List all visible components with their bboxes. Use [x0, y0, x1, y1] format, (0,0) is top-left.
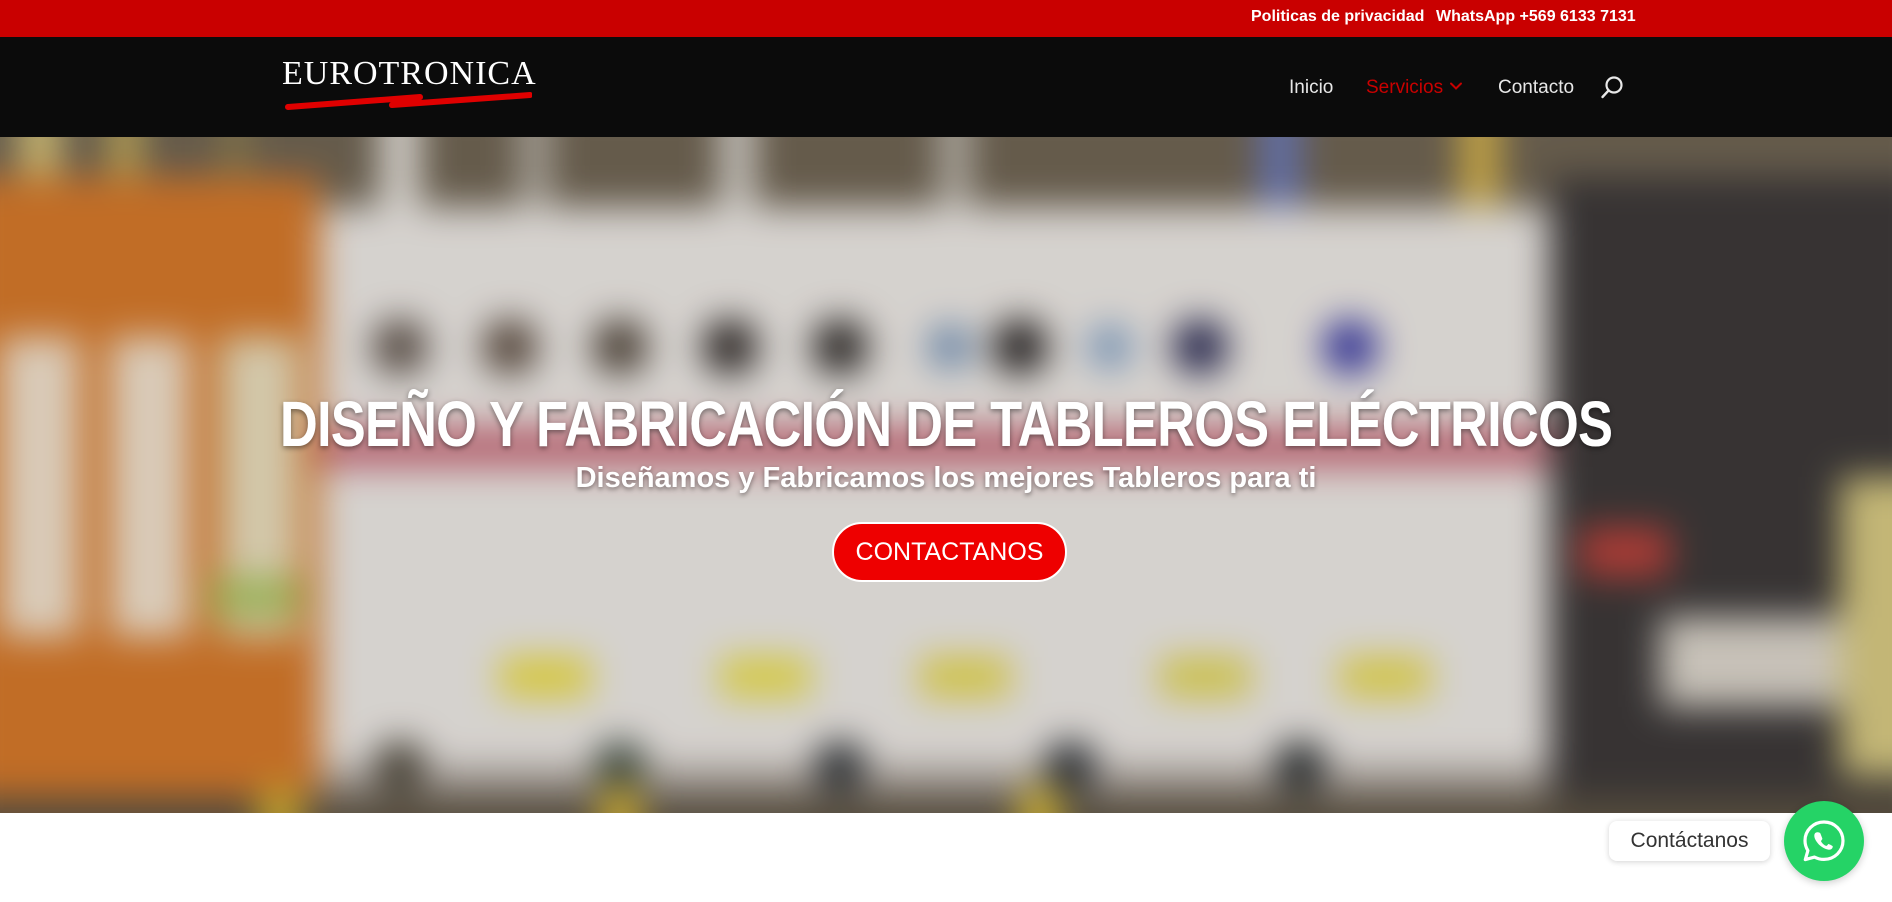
- chevron-down-icon[interactable]: [1449, 79, 1463, 93]
- privacy-policy-link[interactable]: Politicas de privacidad: [1251, 8, 1424, 26]
- nav-item-contacto[interactable]: Contacto: [1498, 77, 1574, 99]
- hero-section: DISEÑO Y FABRICACIÓN DE TABLEROS ELÉCTRI…: [0, 137, 1892, 813]
- hero-title: DISEÑO Y FABRICACIÓN DE TABLEROS ELÉCTRI…: [279, 388, 1613, 460]
- contact-cta-button[interactable]: CONTACTANOS: [832, 522, 1067, 582]
- hero-subtitle: Diseñamos y Fabricamos los mejores Table…: [575, 462, 1317, 494]
- site-header: EUROTRONICA Inicio Servicios Contacto: [0, 37, 1892, 137]
- nav-item-servicios[interactable]: Servicios: [1366, 77, 1443, 99]
- site-logo[interactable]: EUROTRONICA: [282, 55, 536, 115]
- logo-text: EUROTRONICA: [282, 55, 537, 92]
- search-icon[interactable]: [1600, 75, 1626, 101]
- whatsapp-phone-link[interactable]: WhatsApp +569 6133 7131: [1436, 8, 1636, 26]
- logo-underline-swoosh: [285, 92, 532, 110]
- whatsapp-icon: [1803, 820, 1845, 862]
- top-bar: Politicas de privacidad WhatsApp +569 61…: [0, 0, 1892, 37]
- whatsapp-chat-button[interactable]: [1784, 801, 1864, 881]
- nav-item-inicio[interactable]: Inicio: [1289, 77, 1333, 99]
- whatsapp-widget-label[interactable]: Contáctanos: [1609, 821, 1770, 861]
